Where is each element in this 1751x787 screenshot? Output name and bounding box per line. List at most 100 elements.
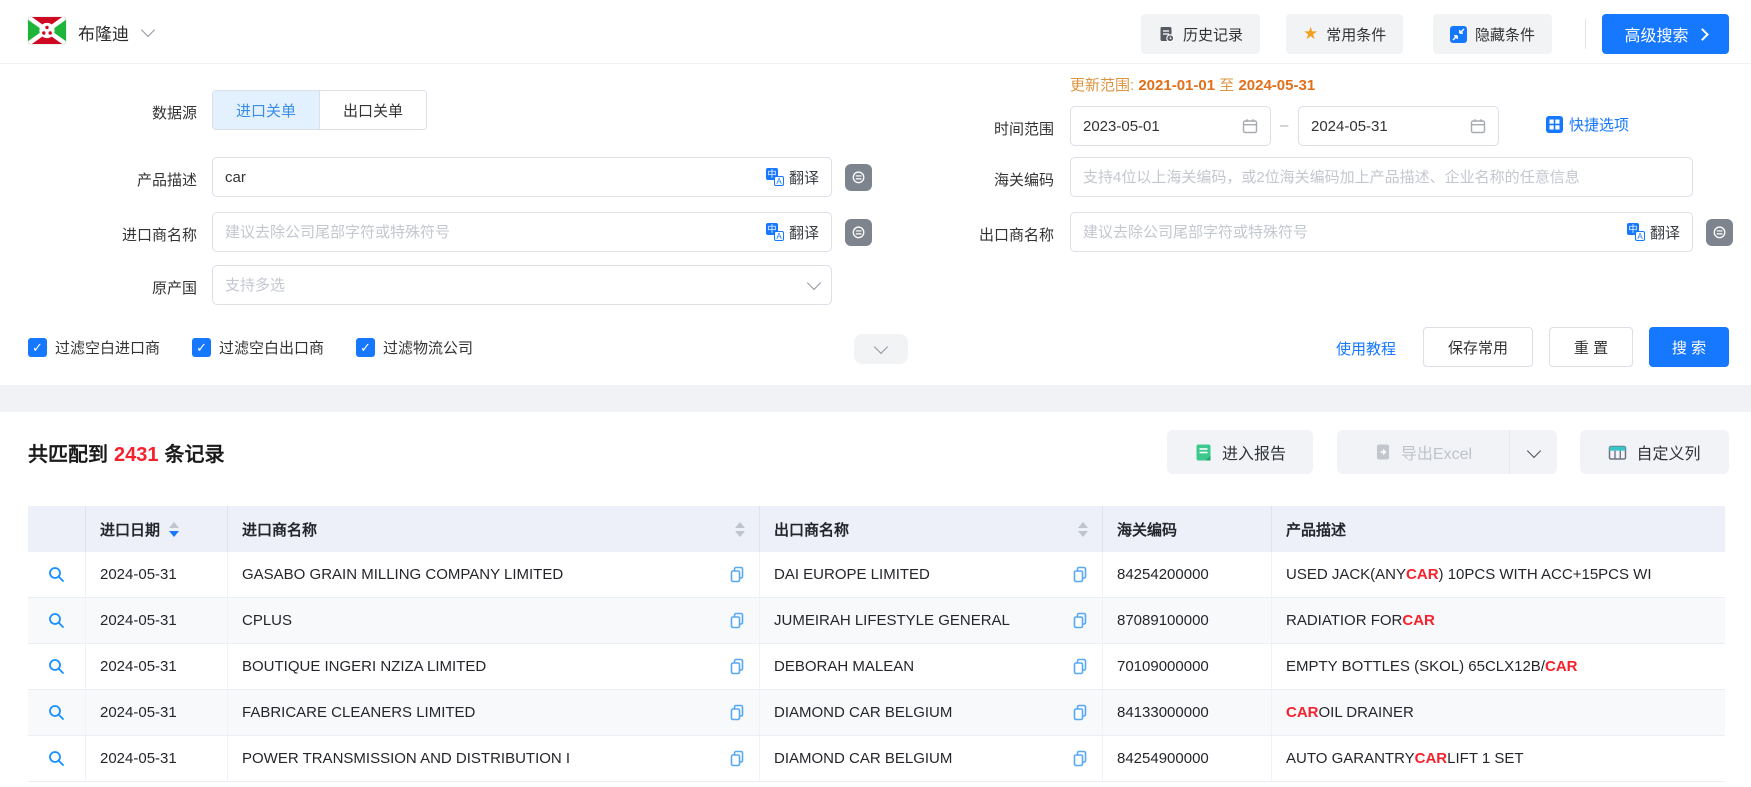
magnifier-icon[interactable] xyxy=(48,704,65,721)
results-table: 进口日期 进口商名称 出口商名称 海关编码 产品描述 xyxy=(28,506,1725,782)
star-icon xyxy=(1303,25,1318,43)
copy-icon[interactable] xyxy=(1072,658,1088,675)
copy-icon[interactable] xyxy=(1072,612,1088,629)
checkbox-checked-icon[interactable] xyxy=(28,338,47,357)
calendar-icon xyxy=(1242,118,1258,134)
origin-country-label: 原产国 xyxy=(40,277,197,298)
chevron-down-icon[interactable] xyxy=(141,23,155,37)
export-excel-button[interactable]: 导出Excel xyxy=(1337,430,1509,474)
col-product-desc-label: 产品描述 xyxy=(1286,519,1346,540)
filter-blank-importer[interactable]: 过滤空白进口商 xyxy=(28,337,160,358)
favorites-button[interactable]: 常用条件 xyxy=(1286,14,1403,54)
origin-country-input[interactable] xyxy=(225,277,801,294)
update-range-label: 更新范围: xyxy=(1070,77,1134,94)
checkbox-checked-icon[interactable] xyxy=(192,338,211,357)
copy-icon[interactable] xyxy=(729,658,745,675)
data-source-tabs: 进口关单 出口关单 xyxy=(212,90,427,130)
date-cell: 2024-05-31 xyxy=(86,598,228,643)
magnifier-icon[interactable] xyxy=(48,612,65,629)
copy-icon[interactable] xyxy=(1072,750,1088,767)
date-end-input[interactable] xyxy=(1311,118,1462,135)
importer-label: 进口商名称 xyxy=(40,224,197,245)
importer-input[interactable] xyxy=(225,224,758,241)
date-end-field[interactable] xyxy=(1298,106,1499,146)
origin-country-select[interactable] xyxy=(212,265,832,305)
tutorial-link[interactable]: 使用教程 xyxy=(1336,338,1396,359)
table-row[interactable]: 2024-05-31 GASABO GRAIN MILLING COMPANY … xyxy=(28,552,1725,598)
export-icon xyxy=(1374,443,1392,461)
date-start-field[interactable] xyxy=(1070,106,1271,146)
copy-icon[interactable] xyxy=(729,704,745,721)
quick-grid-icon xyxy=(1546,116,1563,133)
table-row[interactable]: 2024-05-31 CPLUS JUMEIRAH LIFESTYLE GENE… xyxy=(28,598,1725,644)
copy-icon[interactable] xyxy=(729,612,745,629)
quick-options-button[interactable]: 快捷选项 xyxy=(1546,114,1629,135)
translate-button[interactable]: 中A 翻译 xyxy=(766,222,819,243)
sort-control[interactable] xyxy=(169,522,179,537)
filter-blank-exporter[interactable]: 过滤空白出口商 xyxy=(192,337,324,358)
sort-control[interactable] xyxy=(1078,522,1088,537)
product-desc-cell: USED JACK(ANY CAR) 10PCS WITH ACC+15PCS … xyxy=(1272,552,1725,597)
filter-logistics[interactable]: 过滤物流公司 xyxy=(356,337,473,358)
magnifier-icon[interactable] xyxy=(48,566,65,583)
advanced-search-button[interactable]: 高级搜索 xyxy=(1602,14,1729,54)
translate-button[interactable]: 中A 翻译 xyxy=(1627,222,1680,243)
translate-button[interactable]: 中A 翻译 xyxy=(766,167,819,188)
history-button[interactable]: 历史记录 xyxy=(1141,14,1260,54)
importer-field[interactable]: 中A 翻译 xyxy=(212,212,832,252)
hs-code-field[interactable] xyxy=(1070,157,1693,197)
burundi-flag-icon xyxy=(28,17,66,44)
tab-export-declarations[interactable]: 出口关单 xyxy=(319,91,426,129)
table-row[interactable]: 2024-05-31 BOUTIQUE INGERI NZIZA LIMITED… xyxy=(28,644,1725,690)
customize-columns-button[interactable]: 自定义列 xyxy=(1580,430,1729,474)
importer-cell: FABRICARE CLEANERS LIMITED xyxy=(228,690,760,735)
table-body: 2024-05-31 GASABO GRAIN MILLING COMPANY … xyxy=(28,552,1725,782)
col-import-date[interactable]: 进口日期 xyxy=(86,506,228,552)
tab-import-declarations[interactable]: 进口关单 xyxy=(213,91,319,129)
summary-suffix: 条记录 xyxy=(165,444,225,466)
hide-conditions-button[interactable]: 隐藏条件 xyxy=(1433,14,1552,54)
date-start-input[interactable] xyxy=(1083,118,1234,135)
date-cell: 2024-05-31 xyxy=(86,644,228,689)
export-menu-button[interactable] xyxy=(1509,430,1557,474)
exporter-input[interactable] xyxy=(1083,224,1619,241)
country-selector-label[interactable]: 布隆迪 xyxy=(78,20,129,45)
hs-code-input[interactable] xyxy=(1083,169,1680,186)
col-importer[interactable]: 进口商名称 xyxy=(228,506,760,552)
table-row[interactable]: 2024-05-31 POWER TRANSMISSION AND DISTRI… xyxy=(28,736,1725,782)
filter-label: 过滤空白进口商 xyxy=(55,337,160,358)
copy-icon[interactable] xyxy=(1072,566,1088,583)
sort-control[interactable] xyxy=(735,522,745,537)
copy-icon[interactable] xyxy=(1072,704,1088,721)
importer-cell: CPLUS xyxy=(228,598,760,643)
filter-checkbox-row: 过滤空白进口商 过滤空白出口商 过滤物流公司 xyxy=(28,337,473,358)
search-button[interactable]: 搜 索 xyxy=(1649,327,1729,367)
checkbox-checked-icon[interactable] xyxy=(356,338,375,357)
synonym-icon[interactable] xyxy=(1706,219,1733,246)
save-conditions-button[interactable]: 保存常用 xyxy=(1423,327,1533,367)
hs-code-cell: 70109000000 xyxy=(1103,644,1272,689)
col-exporter[interactable]: 出口商名称 xyxy=(760,506,1103,552)
reset-button[interactable]: 重 置 xyxy=(1549,327,1633,367)
collapse-form-button[interactable] xyxy=(854,334,908,364)
translate-icon: 中A xyxy=(766,223,784,241)
translate-icon: 中A xyxy=(766,168,784,186)
magnifier-icon[interactable] xyxy=(48,658,65,675)
copy-icon[interactable] xyxy=(729,566,745,583)
magnifier-icon[interactable] xyxy=(48,750,65,767)
product-desc-input[interactable] xyxy=(225,169,758,186)
copy-icon[interactable] xyxy=(729,750,745,767)
columns-icon xyxy=(1608,443,1627,462)
table-row[interactable]: 2024-05-31 FABRICARE CLEANERS LIMITED DI… xyxy=(28,690,1725,736)
exporter-cell: DAI EUROPE LIMITED xyxy=(760,552,1103,597)
exporter-cell: JUMEIRAH LIFESTYLE GENERAL xyxy=(760,598,1103,643)
summary-prefix: 共匹配到 xyxy=(28,444,108,466)
product-desc-label: 产品描述 xyxy=(40,169,197,190)
favorites-button-label: 常用条件 xyxy=(1326,24,1386,45)
product-desc-field[interactable]: 中A 翻译 xyxy=(212,157,832,197)
customize-columns-label: 自定义列 xyxy=(1636,440,1700,464)
detail-cell xyxy=(28,644,86,689)
update-range-note: 更新范围: 2021-01-01 至 2024-05-31 xyxy=(1070,74,1315,95)
exporter-field[interactable]: 中A 翻译 xyxy=(1070,212,1693,252)
enter-report-button[interactable]: 进入报告 xyxy=(1167,430,1313,474)
